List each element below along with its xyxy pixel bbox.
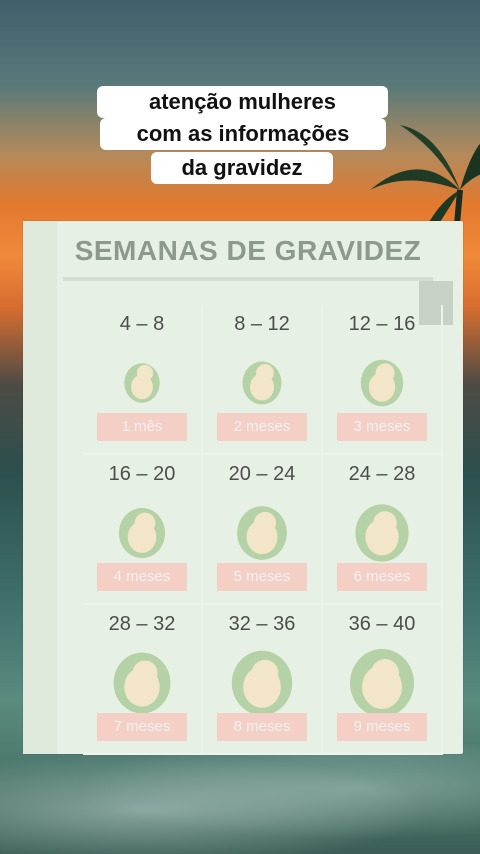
fetus-icon [242,361,282,405]
fetus-icon [118,507,166,559]
fetus-icon [237,506,287,560]
stage-months: 6 meses [337,563,427,591]
fetus-icon [350,649,414,715]
stage-weeks: 32 – 36 [228,613,296,635]
stage-months: 7 meses [97,713,187,741]
stage-months: 2 meses [217,413,307,441]
caption-line-3: da gravidez [151,152,333,184]
fetus-icon [231,650,293,715]
stage-cell: 8 – 12 2 meses [203,305,323,455]
stage-cell: 24 – 28 6 meses [323,455,443,605]
card-margin [23,221,57,754]
stage-months: 1 mês [97,413,187,441]
caption-line-1: atenção mulheres [97,86,388,118]
fetus-icon [360,359,404,407]
stage-months: 9 meses [337,713,427,741]
stage-months: 8 meses [217,713,307,741]
caption-line-2: com as informações [100,118,386,150]
stage-cell: 32 – 36 8 meses [203,605,323,755]
sea-foam [0,744,480,854]
stage-cell: 16 – 20 4 meses [83,455,203,605]
stage-months: 5 meses [217,563,307,591]
stage-weeks: 36 – 40 [348,613,416,635]
stage-cell: 4 – 8 1 mês [83,305,203,455]
stage-weeks: 20 – 24 [228,463,296,485]
stage-weeks: 24 – 28 [348,463,416,485]
stage-cell: 20 – 24 5 meses [203,455,323,605]
stage-cell: 28 – 32 7 meses [83,605,203,755]
stage-months: 4 meses [97,563,187,591]
fetus-icon [355,504,409,562]
stage-months: 3 meses [337,413,427,441]
stage-weeks: 4 – 8 [119,313,165,335]
stages-grid: 4 – 8 1 mês 8 – 12 2 meses 12 – 16 3 meses 16 … [83,305,443,755]
stage-cell: 36 – 40 9 meses [323,605,443,755]
stage-weeks: 8 – 12 [234,313,290,335]
card-title: SEMANAS DE GRAVIDEZ [63,235,433,281]
stage-weeks: 16 – 20 [108,463,176,485]
stage-weeks: 12 – 16 [348,313,416,335]
fetus-icon [113,652,171,714]
fetus-icon [124,363,160,403]
stage-cell: 12 – 16 3 meses [323,305,443,455]
pregnancy-weeks-card: SEMANAS DE GRAVIDEZ 4 – 8 1 mês 8 – 12 2 me… [23,221,463,755]
stage-weeks: 28 – 32 [108,613,176,635]
